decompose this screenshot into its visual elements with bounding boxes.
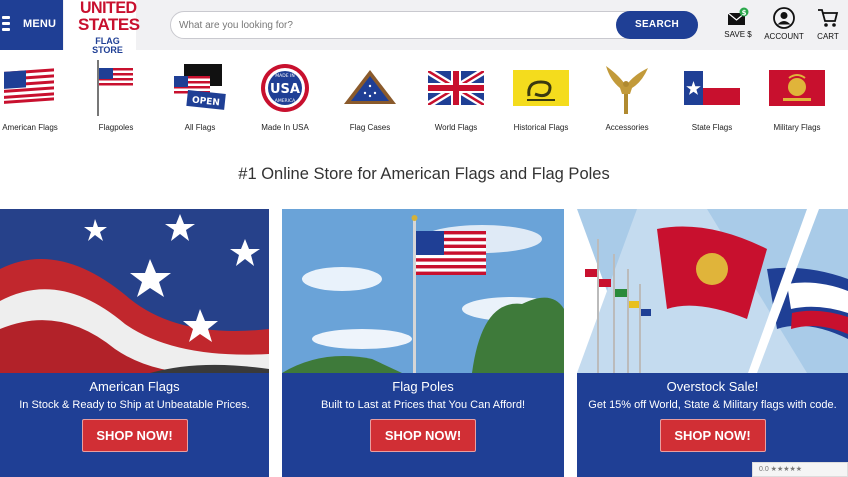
category-label: All Flags [184, 123, 216, 132]
category-military-flags[interactable]: Military Flags [757, 58, 837, 134]
envelope-dollar-icon: $ [727, 7, 749, 25]
category-all-flags[interactable]: OPEN All Flags [160, 58, 240, 134]
category-label: Flagpoles [98, 123, 134, 132]
category-flagpoles[interactable]: Flagpoles [76, 58, 156, 134]
logo-line-2: STATES [78, 15, 140, 34]
menu-label: MENU [23, 18, 57, 30]
category-label: Historical Flags [513, 123, 569, 132]
promo-title: Flag Poles [392, 379, 454, 394]
category-label: Made In USA [261, 123, 309, 132]
all-flags-icon: OPEN [160, 58, 240, 118]
account-label: ACCOUNT [764, 32, 804, 41]
search-button[interactable]: SEARCH [616, 11, 698, 39]
svg-text:USA: USA [270, 82, 300, 97]
category-american-flags[interactable]: American Flags [0, 58, 70, 134]
svg-text:MADE IN: MADE IN [275, 73, 294, 79]
svg-text:$: $ [742, 9, 747, 17]
category-world-flags[interactable]: World Flags [416, 58, 496, 134]
american-flag-icon [0, 58, 70, 118]
category-label: Flag Cases [349, 123, 391, 132]
shop-now-button[interactable]: SHOP NOW! [370, 419, 476, 452]
category-label: World Flags [434, 123, 478, 132]
promo-description: In Stock & Ready to Ship at Unbeatable P… [19, 399, 250, 411]
site-header: MENU UNITED STATES FLAG STORE SEARCH $ S… [0, 0, 848, 55]
promo-title: Overstock Sale! [666, 379, 759, 394]
category-accessories[interactable]: Accessories [587, 58, 667, 134]
save-label: SAVE $ [724, 30, 752, 39]
flag-case-icon [330, 58, 410, 118]
eagle-topper-icon [587, 58, 667, 118]
cart-label: CART [817, 32, 839, 41]
category-label: Accessories [605, 123, 649, 132]
category-made-in-usa[interactable]: USA MADE IN AMERICA Made In USA [245, 58, 325, 134]
save-link[interactable]: $ SAVE $ [722, 7, 754, 39]
promo-description: Get 15% off World, State & Military flag… [588, 399, 837, 411]
category-label: Military Flags [773, 123, 821, 132]
promo-description: Built to Last at Prices that You Can Aff… [320, 399, 526, 411]
user-icon [773, 7, 795, 29]
promo-title: American Flags [89, 379, 180, 394]
flagpole-photo[interactable] [282, 209, 564, 373]
site-logo[interactable]: UNITED STATES FLAG STORE [64, 0, 140, 55]
marine-flag-icon [757, 58, 837, 118]
cart-icon [818, 9, 839, 27]
promo-band: Flag Poles Built to Last at Prices that … [282, 373, 564, 477]
category-label: State Flags [691, 123, 733, 132]
gadsden-flag-icon [501, 58, 581, 118]
promo-band: American Flags In Stock & Ready to Ship … [0, 373, 269, 477]
hamburger-icon [2, 16, 10, 32]
category-strip: American Flags Flagpoles OPEN All Flags [0, 52, 848, 152]
cart-link[interactable]: CART [814, 7, 842, 41]
category-flag-cases[interactable]: Flag Cases [330, 58, 410, 134]
category-label: American Flags [2, 123, 58, 132]
promo-american-flags: American Flags In Stock & Ready to Ship … [0, 209, 269, 477]
page-tagline: #1 Online Store for American Flags and F… [238, 165, 610, 183]
made-in-usa-icon: USA MADE IN AMERICA [245, 58, 325, 118]
menu-button[interactable]: MENU [0, 0, 63, 50]
texas-flag-icon [672, 58, 752, 118]
shop-now-button[interactable]: SHOP NOW! [81, 419, 188, 452]
rating-widget[interactable]: 0.0 ★★★★★ [752, 462, 848, 477]
american-flag-photo[interactable] [0, 209, 269, 373]
flagpole-icon [76, 58, 156, 118]
svg-text:AMERICA: AMERICA [275, 98, 296, 104]
search-bar: SEARCH [170, 11, 698, 39]
promo-flag-poles: Flag Poles Built to Last at Prices that … [282, 209, 564, 477]
union-jack-icon [416, 58, 496, 118]
category-state-flags[interactable]: State Flags [672, 58, 752, 134]
overstock-flags-photo[interactable] [577, 209, 848, 373]
account-link[interactable]: ACCOUNT [764, 7, 804, 41]
promo-overstock-sale: Overstock Sale! Get 15% off World, State… [577, 209, 848, 477]
search-input[interactable] [179, 17, 609, 34]
category-historical-flags[interactable]: Historical Flags [501, 58, 581, 134]
shop-now-button[interactable]: SHOP NOW! [659, 419, 766, 452]
